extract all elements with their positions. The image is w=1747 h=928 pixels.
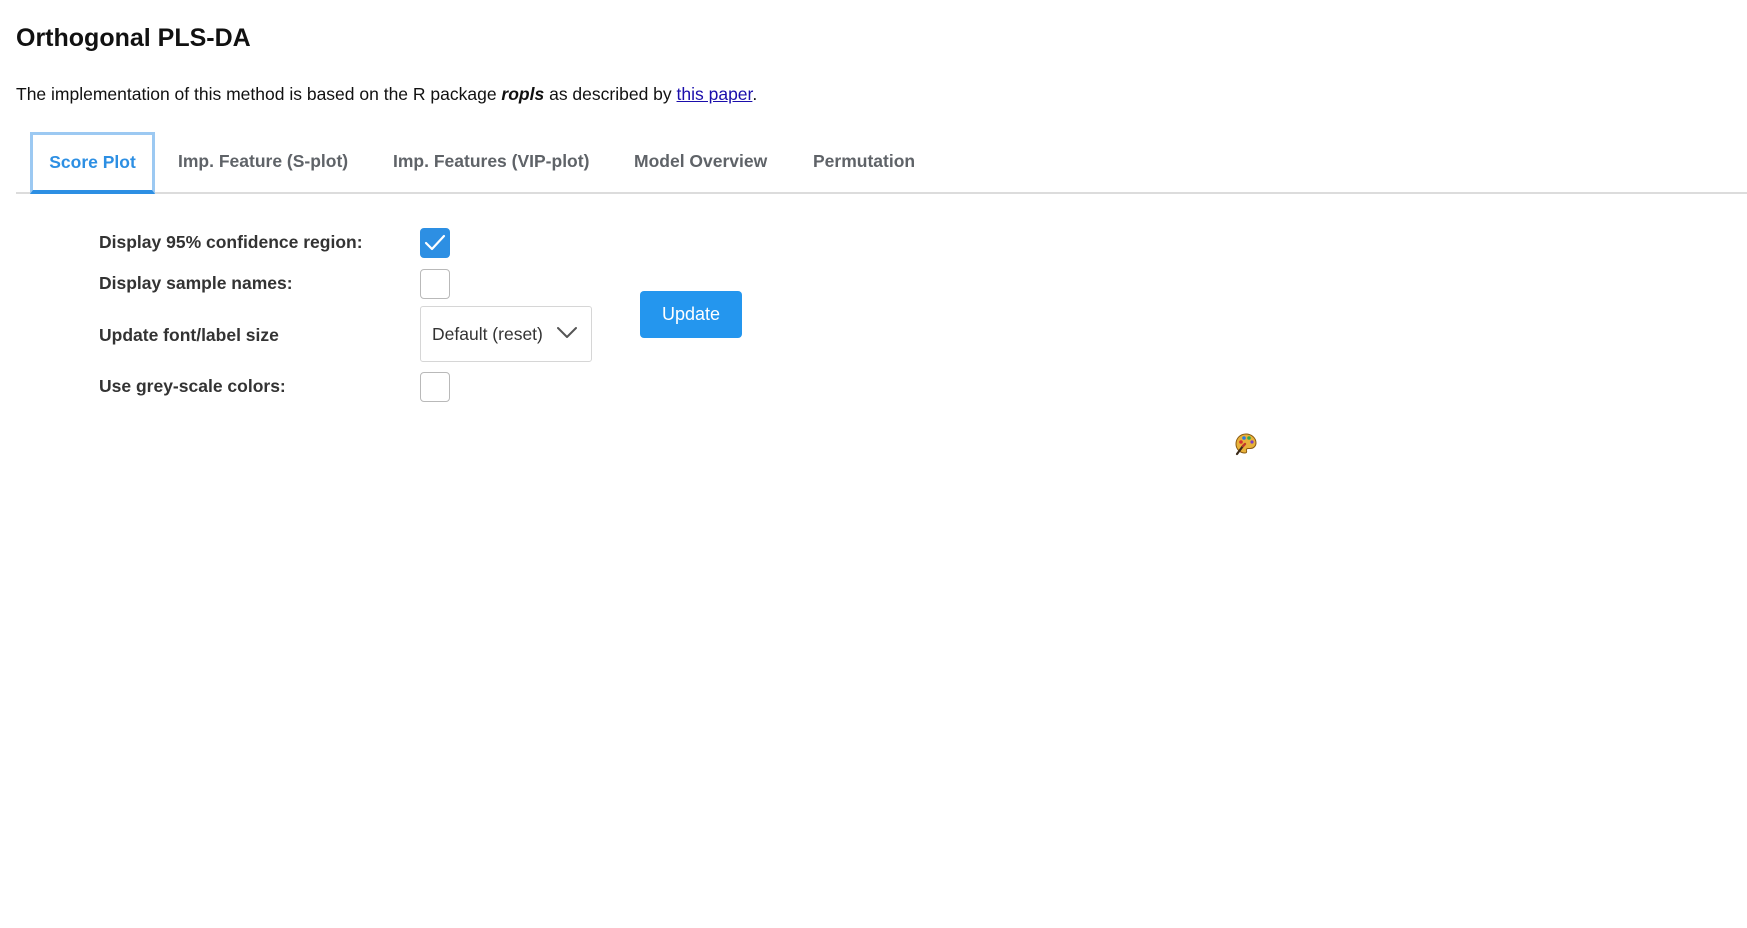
tab-score-plot[interactable]: Score Plot (30, 132, 155, 194)
intro-prefix: The implementation of this method is bas… (16, 84, 502, 104)
paper-link[interactable]: this paper (677, 84, 753, 104)
confidence-region-checkbox[interactable] (420, 228, 450, 258)
confidence-region-label: Display 95% confidence region: (99, 232, 363, 252)
package-name: ropls (501, 84, 545, 104)
intro-text: The implementation of this method is bas… (16, 84, 757, 105)
sample-names-checkbox[interactable] (420, 269, 450, 299)
tab-model-overview[interactable]: Model Overview (634, 132, 767, 190)
tab-bar: Score Plot Imp. Feature (S-plot) Imp. Fe… (16, 132, 1747, 194)
font-size-label: Update font/label size (99, 325, 279, 345)
palette-icon[interactable] (1234, 432, 1258, 456)
update-button[interactable]: Update (640, 291, 742, 338)
tab-permutation[interactable]: Permutation (813, 132, 915, 190)
font-size-selected: Default (reset) (432, 324, 543, 344)
grey-scale-label: Use grey-scale colors: (99, 376, 286, 396)
check-icon (424, 234, 446, 251)
tab-vip-plot[interactable]: Imp. Features (VIP-plot) (393, 132, 589, 190)
intro-suffix: . (752, 84, 758, 104)
font-size-select[interactable]: Default (reset) (420, 306, 592, 362)
chevron-down-icon (557, 327, 577, 338)
sample-names-label: Display sample names: (99, 273, 293, 293)
grey-scale-checkbox[interactable] (420, 372, 450, 402)
page: Orthogonal PLS-DA The implementation of … (0, 0, 1747, 928)
intro-middle: as described by (544, 84, 677, 104)
page-title: Orthogonal PLS-DA (16, 24, 251, 52)
palette-graphic (1235, 433, 1257, 456)
tab-s-plot[interactable]: Imp. Feature (S-plot) (178, 132, 348, 190)
